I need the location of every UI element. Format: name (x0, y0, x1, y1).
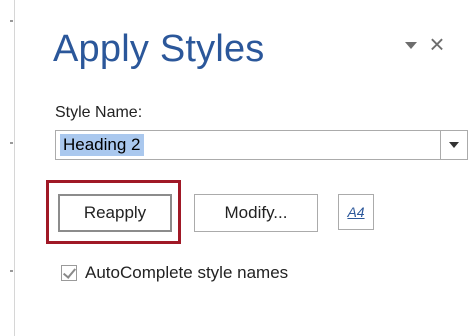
style-name-input[interactable]: Heading 2 (60, 134, 144, 156)
ruler-tick (10, 142, 13, 144)
modify-button[interactable]: Modify... (194, 194, 318, 232)
reapply-button[interactable]: Reapply (58, 194, 172, 232)
autocomplete-option[interactable]: AutoComplete style names (61, 262, 288, 284)
style-name-combobox[interactable]: Heading 2 (55, 130, 468, 160)
ruler-tick (10, 20, 13, 22)
style-name-label: Style Name: (55, 104, 143, 121)
autocomplete-checkbox[interactable] (61, 265, 77, 281)
pane-title: Apply Styles (53, 28, 265, 70)
chevron-down-icon[interactable] (440, 131, 467, 159)
close-icon[interactable]: × (424, 31, 450, 57)
autocomplete-label: AutoComplete style names (85, 263, 289, 282)
pane-options-icon[interactable] (404, 40, 418, 50)
ruler-tick (10, 270, 13, 272)
style-inspector-icon[interactable]: A4 (338, 194, 374, 230)
apply-styles-pane: Apply Styles × Style Name: Heading 2 Rea… (15, 0, 468, 336)
document-edge (0, 0, 15, 336)
